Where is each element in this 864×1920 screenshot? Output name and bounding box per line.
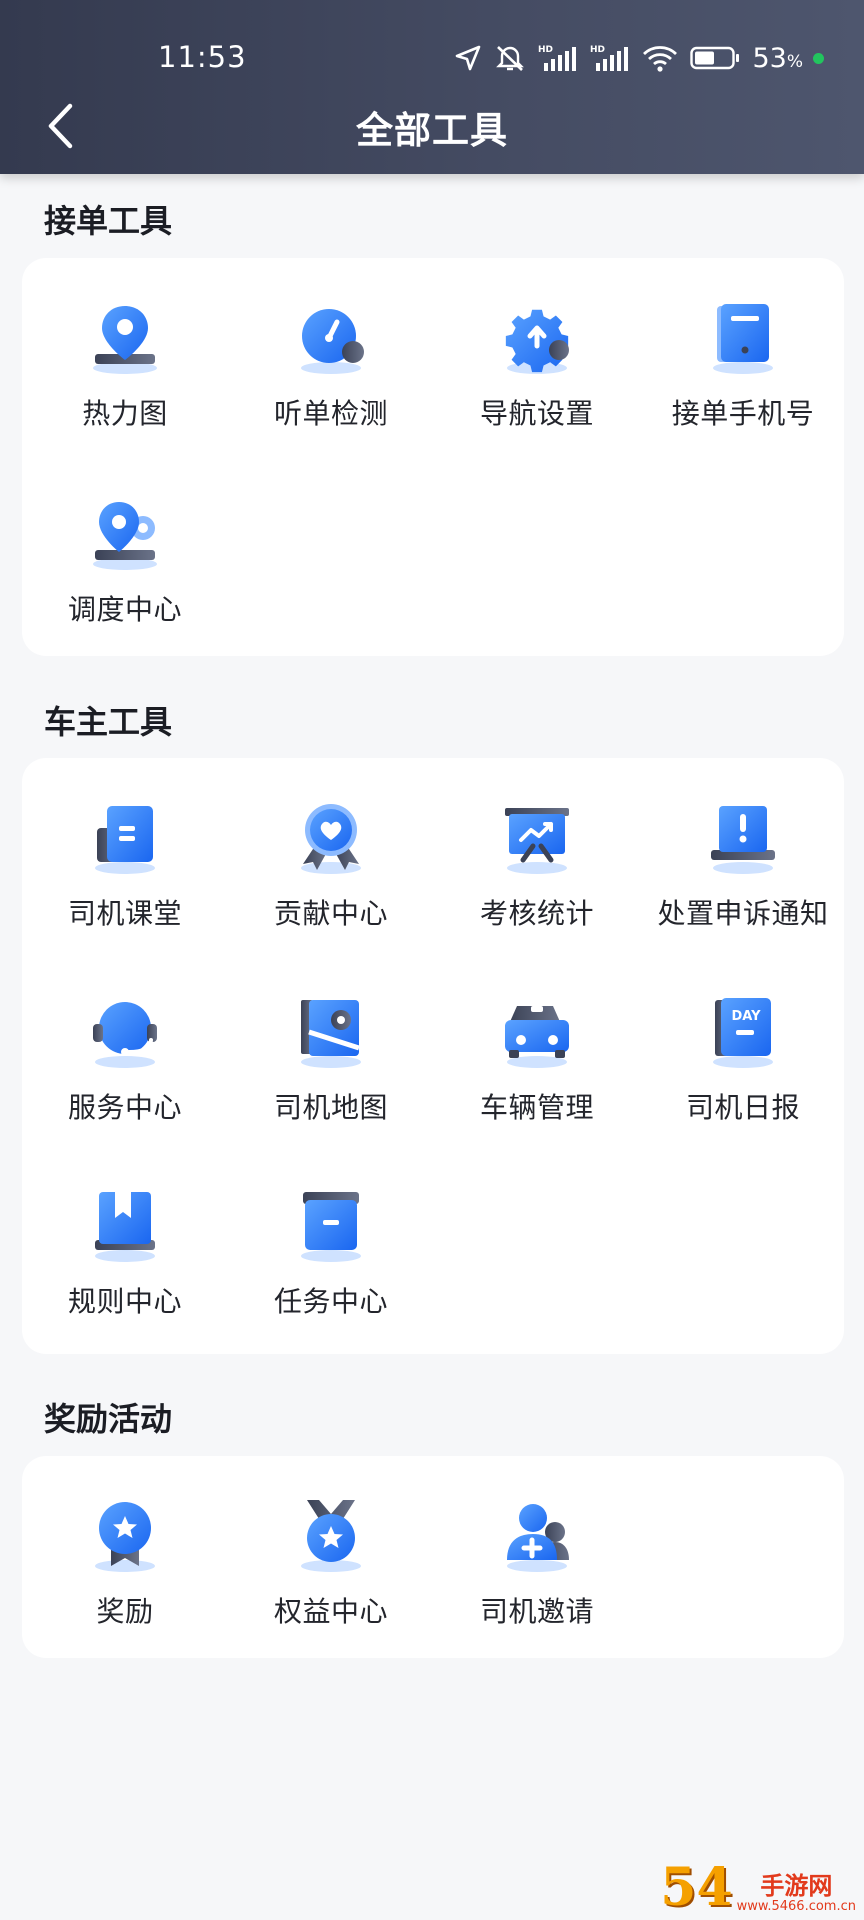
tool-listen-check[interactable]: 听单检测 (228, 298, 434, 432)
section-title-owner-tools: 车主工具 (44, 703, 173, 741)
heart-medal-icon (301, 804, 361, 874)
chart-board-icon (505, 808, 569, 874)
tool-rules-center[interactable]: 规则中心 (22, 1186, 228, 1320)
tool-driver-daily[interactable]: DAY 司机日报 (640, 992, 846, 1126)
task-box-icon (301, 1192, 361, 1262)
tool-heatmap[interactable]: 热力图 (22, 298, 228, 432)
tool-label: 司机课堂 (67, 897, 182, 930)
book-icon (95, 806, 155, 874)
day-badge-text: DAY (731, 1009, 761, 1024)
alert-laptop-icon (711, 806, 775, 874)
watermark-domain: www.5466.com.cn (736, 1898, 856, 1914)
tool-label: 导航设置 (479, 397, 594, 430)
tool-label: 奖励 (96, 1595, 154, 1628)
tool-dispatch-center[interactable]: 调度中心 (22, 494, 228, 628)
status-icons: HD HD 53% (454, 40, 824, 76)
tool-label: 接单手机号 (671, 397, 815, 430)
svg-text:HD: HD (538, 45, 553, 55)
map-pin-icon (93, 306, 157, 374)
battery-percent: 53% (752, 42, 803, 74)
signal-hd-icon: HD (538, 45, 577, 71)
tool-navigation-settings[interactable]: 导航设置 (434, 298, 640, 432)
battery-icon (690, 46, 740, 70)
mute-icon (496, 46, 525, 71)
privacy-indicator-dot (813, 52, 824, 64)
section-title-order-tools: 接单工具 (44, 202, 173, 240)
tool-label: 任务中心 (273, 1285, 388, 1318)
add-user-icon (507, 1504, 569, 1572)
tool-label: 司机地图 (273, 1091, 388, 1124)
tool-appeal-notice[interactable]: 处置申诉通知 (640, 798, 846, 932)
app-header: 11:53 HD HD 53% 全部工具 (0, 0, 864, 174)
tool-contribution-center[interactable]: 贡献中心 (228, 798, 434, 932)
phone-icon (713, 304, 773, 374)
tool-label: 司机邀请 (479, 1595, 594, 1628)
speedometer-icon (301, 309, 364, 374)
tool-label: 车辆管理 (479, 1091, 594, 1124)
tool-driver-classroom[interactable]: 司机课堂 (22, 798, 228, 932)
day-calendar-icon: DAY (713, 998, 773, 1068)
tool-rewards[interactable]: 奖励 (22, 1496, 228, 1630)
folded-map-icon (301, 1000, 361, 1068)
star-badge-icon (95, 1502, 155, 1572)
watermark-number: 54 (660, 1857, 733, 1918)
tool-order-phone[interactable]: 接单手机号 (640, 298, 846, 432)
tool-vehicle-management[interactable]: 车辆管理 (434, 992, 640, 1126)
card-order-tools: 热力图 听单检测 导航设置 接单手机号 调度中心 (22, 258, 844, 656)
tool-label: 贡献中心 (273, 897, 388, 930)
tool-label: 调度中心 (67, 593, 182, 626)
tool-label: 热力图 (82, 397, 168, 430)
watermark-logo: 54 手游网 www.5466.com.cn (660, 1862, 856, 1914)
tool-label: 司机日报 (685, 1091, 800, 1124)
svg-text:HD: HD (590, 45, 605, 55)
car-icon (505, 1006, 569, 1068)
tool-label: 考核统计 (479, 897, 594, 930)
tool-benefits-center[interactable]: 权益中心 (228, 1496, 434, 1630)
card-rewards: 奖励 权益中心 司机邀请 (22, 1456, 844, 1658)
tool-label: 听单检测 (273, 397, 388, 430)
tool-service-center[interactable]: 服务中心 (22, 992, 228, 1126)
tool-label: 服务中心 (67, 1091, 182, 1124)
bookmark-book-icon (95, 1192, 155, 1262)
tool-task-center[interactable]: 任务中心 (228, 1186, 434, 1320)
card-owner-tools: 司机课堂 贡献中心 考核统计 处置申诉通知 服务中心 司机地图 车辆管理 DAY… (22, 758, 844, 1354)
gear-arrow-icon (505, 309, 569, 374)
tool-label: 规则中心 (67, 1285, 182, 1318)
tool-assessment-stats[interactable]: 考核统计 (434, 798, 640, 932)
tool-driver-invite[interactable]: 司机邀请 (434, 1496, 640, 1630)
dispatch-pin-icon (93, 502, 157, 570)
page-title: 全部工具 (356, 109, 508, 152)
wifi-icon (643, 46, 678, 72)
status-time: 11:53 (158, 40, 247, 74)
tool-label: 处置申诉通知 (657, 897, 829, 930)
tool-label: 权益中心 (273, 1595, 388, 1628)
location-icon (456, 45, 481, 71)
tool-driver-map[interactable]: 司机地图 (228, 992, 434, 1126)
section-title-rewards: 奖励活动 (44, 1400, 173, 1438)
watermark-name: 手游网 (760, 1872, 833, 1901)
medal-star-icon (301, 1500, 361, 1572)
headset-icon (93, 1002, 157, 1068)
signal-hd-icon-2: HD (590, 45, 629, 71)
